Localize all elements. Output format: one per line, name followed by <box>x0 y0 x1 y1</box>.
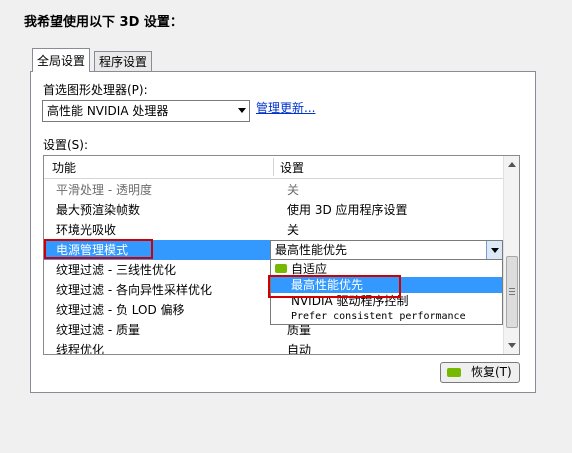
power-mode-value: 最高性能优先 <box>275 243 348 257</box>
chevron-down-icon <box>491 248 499 253</box>
scroll-down-icon[interactable] <box>508 343 516 348</box>
processor-select[interactable]: 高性能 NVIDIA 处理器 <box>42 100 250 122</box>
restore-button[interactable]: 恢复(T) <box>440 362 520 383</box>
tab-global-settings[interactable]: 全局设置 <box>32 48 91 72</box>
list-item[interactable]: 线程优化 自动 <box>44 340 504 355</box>
manage-updates-link[interactable]: 管理更新... <box>256 99 315 116</box>
feature-value: 使用 3D 应用程序设置 <box>287 203 408 217</box>
grip-line <box>509 291 515 292</box>
combo-dropdown-button[interactable] <box>486 241 502 259</box>
chevron-down-icon <box>238 108 246 113</box>
highlight-box-power-mode <box>44 239 153 259</box>
list-item[interactable]: 平滑处理 - 透明度 关 <box>44 180 504 200</box>
feature-value: 关 <box>287 183 300 197</box>
list-scrollbar[interactable] <box>503 156 519 354</box>
column-divider <box>273 158 274 176</box>
nvidia-icon <box>447 368 461 377</box>
feature-name: 线程优化 <box>56 343 105 355</box>
list-item[interactable]: 最大预渲染帧数 使用 3D 应用程序设置 <box>44 200 504 220</box>
power-mode-combo[interactable]: 最高性能优先 <box>270 240 503 260</box>
settings-label: 设置(S): <box>43 138 89 152</box>
restore-button-label: 恢复(T) <box>471 365 512 379</box>
feature-name: 纹理过滤 - 各向异性采样优化 <box>56 283 212 297</box>
list-item[interactable]: 环境光吸收 关 <box>44 220 504 240</box>
feature-value: 自动 <box>287 343 312 355</box>
option-label: Prefer consistent performance <box>291 311 466 322</box>
scroll-up-icon[interactable] <box>508 162 516 167</box>
page-heading: 我希望使用以下 3D 设置： <box>24 15 183 30</box>
column-header-feature[interactable]: 功能 <box>52 159 76 176</box>
grip-line <box>509 294 515 295</box>
processor-label: 首选图形处理器(P): <box>43 83 148 97</box>
feature-name: 纹理过滤 - 负 LOD 偏移 <box>56 303 185 317</box>
feature-name: 最大预渲染帧数 <box>56 203 141 217</box>
highlight-box-max-performance <box>268 275 401 298</box>
feature-name: 环境光吸收 <box>56 223 117 237</box>
feature-name: 平滑处理 - 透明度 <box>56 183 152 197</box>
processor-select-value: 高性能 NVIDIA 处理器 <box>47 104 169 118</box>
list-header: 功能 设置 <box>44 156 504 179</box>
column-header-setting[interactable]: 设置 <box>280 159 304 176</box>
feature-name: 纹理过滤 - 质量 <box>56 323 140 337</box>
feature-name: 纹理过滤 - 三线性优化 <box>56 263 176 277</box>
grip-line <box>509 288 515 289</box>
nvidia-icon <box>275 264 287 273</box>
option-consistent-performance[interactable]: Prefer consistent performance <box>271 309 502 325</box>
tab-program-settings[interactable]: 程序设置 <box>94 51 153 71</box>
scroll-thumb[interactable] <box>506 256 518 328</box>
feature-value: 关 <box>287 223 300 237</box>
